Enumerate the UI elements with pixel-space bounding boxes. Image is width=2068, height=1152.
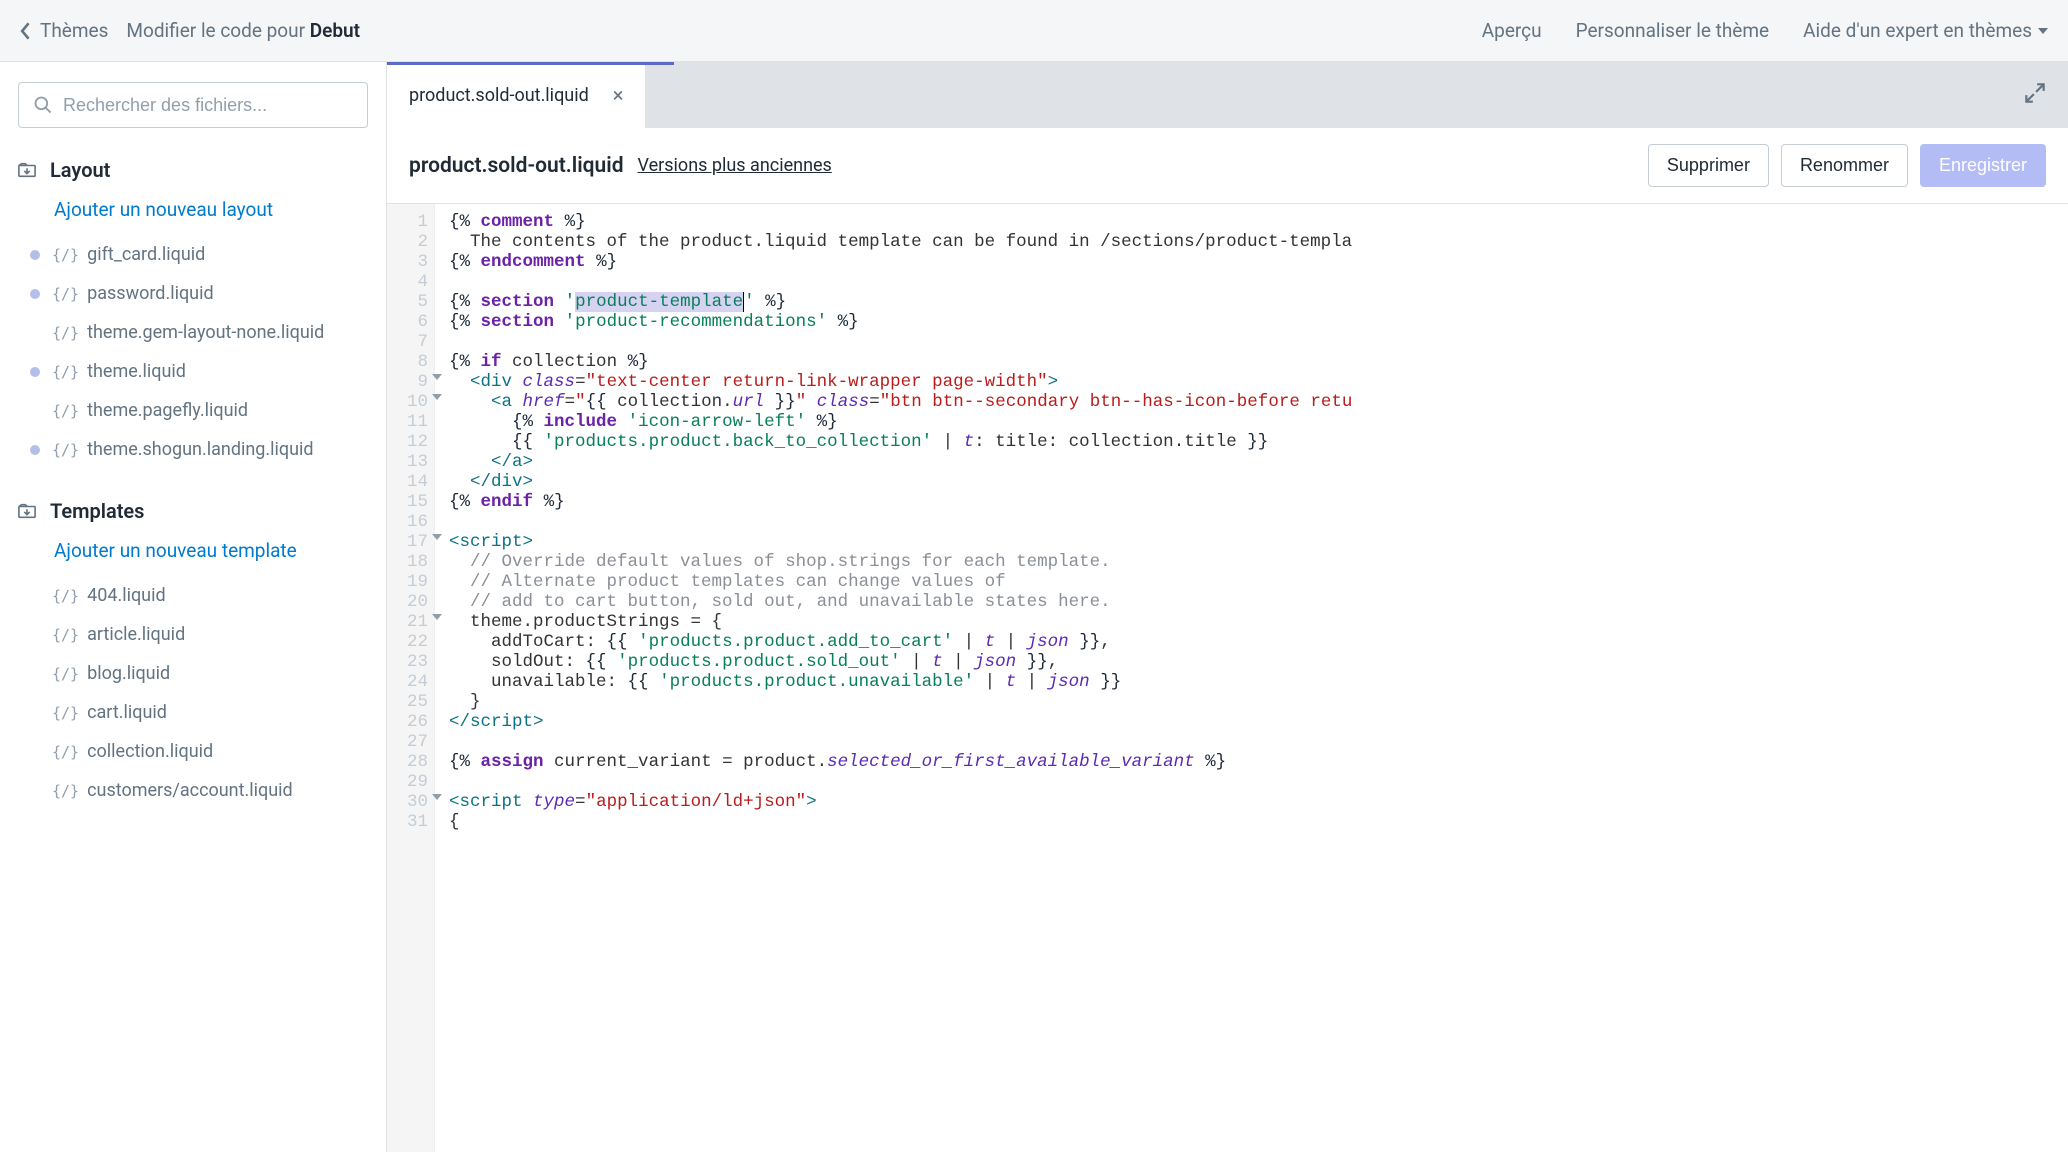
file-header-actions: Supprimer Renommer Enregistrer [1648,144,2046,187]
file-item[interactable]: {/} password.liquid [30,274,368,313]
file-label: collection.liquid [87,741,213,762]
delete-button[interactable]: Supprimer [1648,144,1769,187]
title-theme-name: Debut [310,19,360,42]
add-new-link[interactable]: Ajouter un nouveau layout [54,198,368,221]
file-item[interactable]: {/} 404.liquid [30,576,368,615]
modified-dot-icon [30,289,40,299]
expert-help-label: Aide d'un expert en thèmes [1803,19,2032,42]
file-label: gift_card.liquid [87,244,205,265]
rename-button[interactable]: Renommer [1781,144,1908,187]
editor-tab[interactable]: product.sold-out.liquid × [387,62,645,128]
liquid-file-icon: {/} [52,402,79,420]
file-label: theme.pagefly.liquid [87,400,248,421]
liquid-file-icon: {/} [52,246,79,264]
folder-icon [18,503,36,519]
file-item[interactable]: {/} blog.liquid [30,654,368,693]
liquid-file-icon: {/} [52,665,79,683]
top-bar: Thèmes Modifier le code pour Debut Aperç… [0,0,2068,62]
page-title: Modifier le code pour Debut [126,19,360,42]
tree-section-header[interactable]: Layout [18,158,368,182]
liquid-file-icon: {/} [52,324,79,342]
file-label: blog.liquid [87,663,170,684]
search-icon [33,95,53,115]
folder-icon [18,162,36,178]
liquid-file-icon: {/} [52,743,79,761]
file-header: product.sold-out.liquid Versions plus an… [387,128,2068,204]
expert-help-link[interactable]: Aide d'un expert en thèmes [1803,19,2048,42]
code-content[interactable]: {% comment %} The contents of the produc… [435,204,2068,1152]
file-item[interactable]: {/} theme.shogun.landing.liquid [30,430,368,469]
preview-link[interactable]: Aperçu [1482,19,1542,42]
back-label: Thèmes [40,19,108,42]
search-box[interactable] [18,82,368,128]
main-area: Layout Ajouter un nouveau layout {/} gift_c… [0,62,2068,1152]
file-item[interactable]: {/} article.liquid [30,615,368,654]
file-label: theme.liquid [87,361,186,382]
file-label: customers/account.liquid [87,780,293,801]
tree-section-header[interactable]: Templates [18,499,368,523]
file-item[interactable]: {/} theme.liquid [30,352,368,391]
add-new-link[interactable]: Ajouter un nouveau template [54,539,368,562]
top-bar-left: Thèmes Modifier le code pour Debut [20,19,360,42]
title-prefix: Modifier le code pour [126,19,309,42]
file-label: cart.liquid [87,702,167,723]
modified-dot-icon [30,367,40,377]
tab-label: product.sold-out.liquid [409,85,589,106]
file-label: 404.liquid [87,585,166,606]
search-input[interactable] [63,95,353,116]
liquid-file-icon: {/} [52,587,79,605]
file-item[interactable]: {/} cart.liquid [30,693,368,732]
liquid-file-icon: {/} [52,441,79,459]
file-label: password.liquid [87,283,214,304]
liquid-file-icon: {/} [52,704,79,722]
chevron-left-icon [20,22,32,40]
file-item[interactable]: {/} theme.gem-layout-none.liquid [30,313,368,352]
file-label: article.liquid [87,624,185,645]
tab-bar-right [2022,62,2068,128]
file-item[interactable]: {/} theme.pagefly.liquid [30,391,368,430]
code-editor[interactable]: 1234567891011121314151617181920212223242… [387,204,2068,1152]
liquid-file-icon: {/} [52,363,79,381]
line-gutter: 1234567891011121314151617181920212223242… [387,204,435,1152]
top-bar-right: Aperçu Personnaliser le thème Aide d'un … [1482,19,2048,42]
file-item[interactable]: {/} customers/account.liquid [30,771,368,810]
close-tab-icon[interactable]: × [613,85,624,105]
file-title: product.sold-out.liquid [409,154,624,178]
file-sidebar: Layout Ajouter un nouveau layout {/} gift_c… [0,62,386,1152]
editor-pane: product.sold-out.liquid × product.sold-o… [386,62,2068,1152]
file-item[interactable]: {/} gift_card.liquid [30,235,368,274]
fullscreen-icon [2022,80,2048,106]
file-label: theme.gem-layout-none.liquid [87,322,324,343]
tab-bar: product.sold-out.liquid × [387,62,2068,128]
modified-dot-icon [30,445,40,455]
file-label: theme.shogun.landing.liquid [87,439,313,460]
older-versions-link[interactable]: Versions plus anciennes [638,155,832,176]
fullscreen-button[interactable] [2022,80,2048,110]
liquid-file-icon: {/} [52,626,79,644]
liquid-file-icon: {/} [52,285,79,303]
modified-dot-icon [30,250,40,260]
chevron-down-icon [2038,28,2048,34]
liquid-file-icon: {/} [52,782,79,800]
file-item[interactable]: {/} collection.liquid [30,732,368,771]
back-link[interactable]: Thèmes [20,19,108,42]
customize-theme-link[interactable]: Personnaliser le thème [1576,19,1770,42]
save-button[interactable]: Enregistrer [1920,144,2046,187]
